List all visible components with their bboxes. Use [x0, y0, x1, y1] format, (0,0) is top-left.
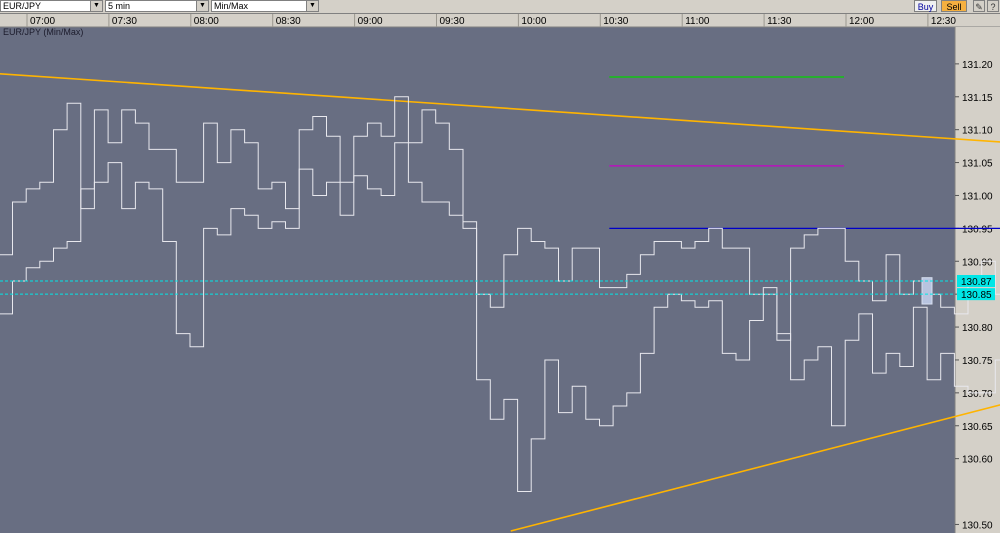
- price-tick-label: 131.00: [962, 191, 993, 202]
- interval-value: 5 min: [108, 1, 131, 11]
- sell-label: Sell: [946, 2, 962, 12]
- sell-button[interactable]: Sell: [941, 0, 967, 12]
- price-tick-label: 130.95: [962, 224, 993, 235]
- symbol-value: EUR/JPY: [3, 1, 42, 11]
- price-tick-label: 130.75: [962, 356, 993, 367]
- buy-button[interactable]: Buy: [914, 0, 937, 12]
- mode-select[interactable]: Min/Max ▼: [211, 0, 319, 12]
- time-axis: 07:00 07:30 08:00 08:30 09:00 09:30 10:00 10:30…: [0, 13, 1000, 28]
- time-tick-label: 10:30: [603, 16, 628, 27]
- price-chart[interactable]: 07:00 07:30 08:00 08:30 09:00 09:30 10:00 10:30…: [0, 0, 1000, 533]
- chevron-down-icon[interactable]: ▼: [306, 1, 318, 11]
- chevron-down-icon[interactable]: ▼: [196, 1, 208, 11]
- chart-title: EUR/JPY (Min/Max): [3, 27, 83, 37]
- time-tick-label: 10:00: [521, 16, 546, 27]
- toolbar: EUR/JPY ▼ 5 min ▼ Min/Max ▼ Buy Sell ✎ ?: [0, 0, 1000, 14]
- current-bar: [921, 277, 933, 305]
- time-tick-label: 12:00: [849, 16, 874, 27]
- time-tick-label: 11:30: [767, 16, 792, 27]
- price-tick-label: 130.50: [962, 520, 993, 531]
- price-tick-label: 130.70: [962, 389, 993, 400]
- time-tick-label: 09:00: [358, 16, 383, 27]
- price-tick-label: 130.90: [962, 257, 993, 268]
- help-icon[interactable]: ?: [987, 0, 999, 12]
- price-tag-label: 130.87: [961, 277, 992, 288]
- time-tick-label: 08:00: [194, 16, 219, 27]
- price-tick-label: 130.60: [962, 455, 993, 466]
- chart-background: [0, 0, 1000, 533]
- time-tick-label: 09:30: [440, 16, 465, 27]
- price-tick-label: 131.15: [962, 93, 993, 104]
- price-tick-label: 131.10: [962, 126, 993, 137]
- price-tick-label: 131.20: [962, 60, 993, 71]
- price-tick-label: 131.05: [962, 159, 993, 170]
- price-tag-label: 130.85: [961, 290, 992, 301]
- interval-select[interactable]: 5 min ▼: [105, 0, 209, 12]
- time-tick-label: 12:30: [931, 16, 956, 27]
- symbol-select[interactable]: EUR/JPY ▼: [0, 0, 103, 12]
- tools-icon[interactable]: ✎: [973, 0, 985, 12]
- price-tick-label: 130.80: [962, 323, 993, 334]
- time-tick-label: 11:00: [685, 16, 710, 27]
- time-tick-label: 07:00: [30, 16, 55, 27]
- time-tick-label: 07:30: [112, 16, 137, 27]
- chevron-down-icon[interactable]: ▼: [90, 1, 102, 11]
- mode-value: Min/Max: [214, 1, 249, 11]
- price-tick-label: 130.65: [962, 422, 993, 433]
- buy-label: Buy: [917, 2, 934, 12]
- time-tick-label: 08:30: [276, 16, 301, 27]
